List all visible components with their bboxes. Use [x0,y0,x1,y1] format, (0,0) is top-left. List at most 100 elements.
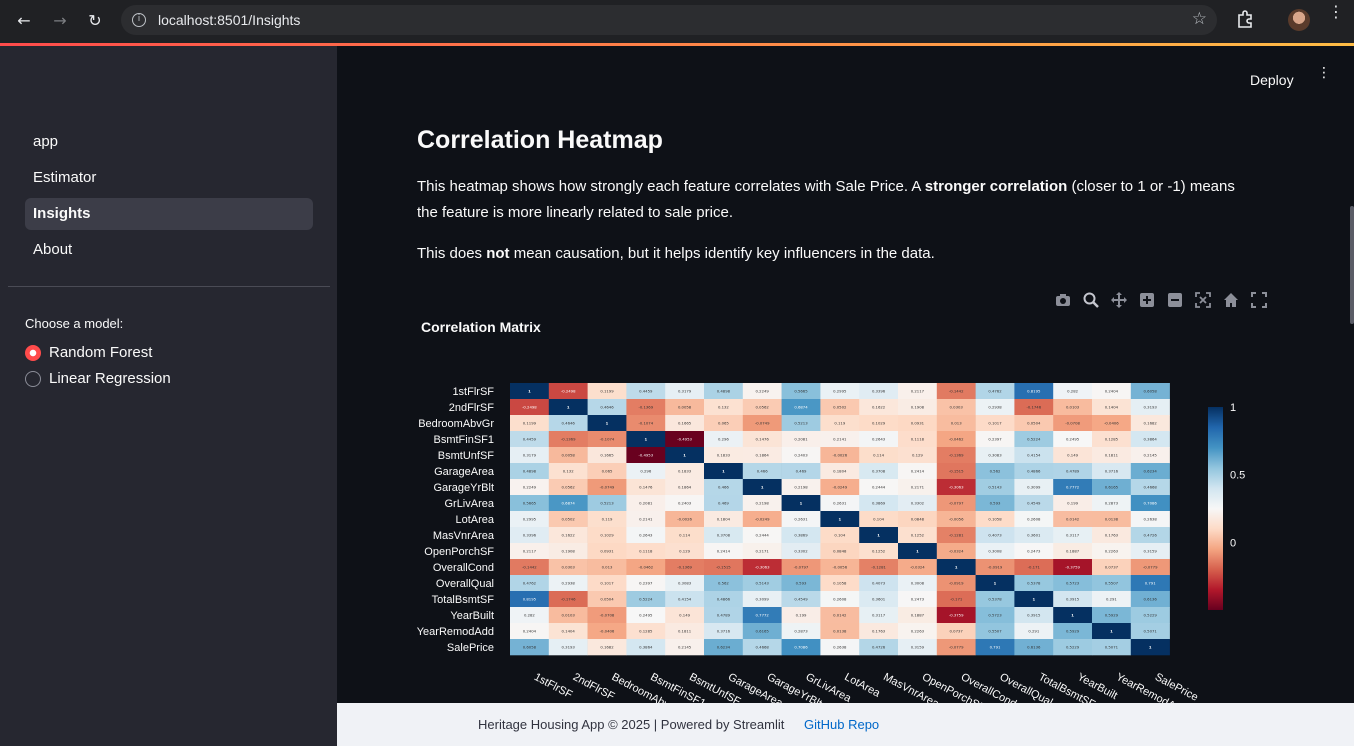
cell-value-label: 0.6234 [1144,469,1158,474]
cell-value-label: 0.291 [1028,629,1039,634]
cell-value-label: 0.4668 [1144,485,1158,490]
address-bar[interactable]: i localhost:8501/Insights ☆ [121,5,1217,35]
y-tick-label: SalePrice [447,642,494,654]
cell-value-label: 0.4789 [717,613,731,618]
reload-icon[interactable]: ↻ [82,7,108,33]
correlation-heatmap[interactable]: 1 -0.2498 0.1199 0.4459 0.3179 0.4898 0.2249 0.… [337,366,1354,703]
radio-checked-icon[interactable] [25,344,41,361]
cell-value-label: -0.1515 [949,469,964,474]
cell-value-label: 0.5143 [756,581,770,586]
deploy-button[interactable]: Deploy [1250,72,1294,88]
cell-value-label: 0.1017 [600,581,614,586]
cell-value-label: 0.1118 [911,437,925,442]
cell-value-label: 0.3179 [678,389,692,394]
cell-value-label: 1 [877,533,880,538]
fullscreen-icon[interactable] [1251,292,1267,308]
cell-value-label: -0.0708 [1065,421,1080,426]
y-tick-label: YearBuilt [450,610,494,622]
bookmark-star-icon[interactable]: ☆ [1192,9,1207,29]
radio-linear-regression[interactable]: Linear Regression [25,370,171,387]
cell-value-label: 0.2995 [523,517,537,522]
y-tick-label: BedroomAbvGr [418,418,494,430]
cell-value-label: 0.3302 [911,501,925,506]
cell-value-label: 0.2938 [988,405,1002,410]
cell-value-label: 0.7086 [1144,501,1158,506]
cell-value-label: -0.0919 [988,565,1003,570]
cell-value-label: -0.0249 [755,517,770,522]
cell-value-label: 1 [800,501,803,506]
cell-value-label: -0.0026 [832,453,847,458]
cell-value-label: 0.1252 [872,549,886,554]
cell-value-label: 0.199 [796,613,807,618]
scrollbar[interactable] [1350,206,1354,324]
y-tick-label: GarageYrBlt [433,482,494,494]
browser-menu-icon[interactable]: ⋮ [1328,4,1344,20]
sidebar-item-app[interactable]: app [25,126,313,158]
cell-value-label: -0.3759 [949,613,964,618]
radio-label[interactable]: Random Forest [49,344,152,361]
cell-value-label: 0.3117 [872,613,886,618]
profile-avatar[interactable] [1288,9,1310,31]
cell-value-label: 0.013 [951,421,962,426]
cell-value-label: 0.1476 [756,437,770,442]
y-tick-label: TotalBsmtSF [432,594,495,606]
cell-value-label: -0.0462 [949,437,964,442]
pan-icon[interactable] [1111,292,1127,308]
cell-value-label: 0.132 [563,469,574,474]
cell-value-label: 0.4762 [988,389,1002,394]
cell-value-label: 0.5071 [1105,645,1119,650]
autoscale-icon[interactable] [1195,292,1211,308]
cell-value-label: 0.791 [990,645,1001,650]
cell-value-label: 0.1908 [911,405,925,410]
cell-value-label: 0.0058 [678,405,692,410]
cell-value-label: 0.3915 [1027,613,1041,618]
colorbar-tick-label: 0.5 [1230,470,1245,482]
cell-value-label: 0.2403 [794,453,808,458]
cell-value-label: 0.3864 [1144,437,1158,442]
zoom-in-icon[interactable] [1139,292,1155,308]
cell-value-label: 0.1404 [562,629,576,634]
y-tick-label: BsmtUnfSF [438,450,495,462]
cell-value-label: 0.129 [679,549,690,554]
cell-value-label: 1 [722,469,725,474]
cell-value-label: 0.1908 [562,549,576,554]
url-text[interactable]: localhost:8501/Insights [158,12,300,28]
cell-value-label: 0.1622 [562,533,576,538]
sidebar-item-about[interactable]: About [25,234,313,266]
main-menu-icon[interactable]: ⋮ [1317,66,1331,80]
extensions-icon[interactable] [1235,9,1255,29]
zoom-out-icon[interactable] [1167,292,1183,308]
cell-value-label: 0.3193 [1144,405,1158,410]
cell-value-label: 0.2145 [1144,453,1158,458]
forward-icon[interactable]: → [47,7,73,33]
cell-value-label: -0.0749 [755,421,770,426]
back-icon[interactable]: ← [11,7,37,33]
cell-value-label: 0.5224 [1027,437,1041,442]
cell-value-label: -0.0919 [949,581,964,586]
home-icon[interactable] [1223,292,1239,308]
github-repo-link[interactable]: GitHub Repo [804,717,879,732]
y-tick-label: MasVnrArea [433,530,495,542]
radio-label[interactable]: Linear Regression [49,370,171,387]
cell-value-label: 0.6058 [1144,389,1158,394]
cell-value-label: 0.104 [873,517,884,522]
cell-value-label: 0.1833 [717,453,731,458]
cell-value-label: 0.0103 [562,613,576,618]
camera-icon[interactable] [1055,292,1071,308]
cell-value-label: 0.1682 [1144,421,1158,426]
cell-value-label: 0.1058 [833,581,847,586]
site-info-icon[interactable]: i [132,13,146,27]
cell-value-label: -0.2498 [522,405,537,410]
cell-value-label: 0.4549 [794,597,808,602]
radio-random-forest[interactable]: Random Forest [25,344,152,361]
cell-value-label: -0.0056 [949,517,964,522]
sidebar-item-insights[interactable]: Insights [25,198,313,230]
cell-value-label: 0.4646 [562,421,576,426]
radio-unchecked-icon[interactable] [25,370,41,387]
cell-value-label: 0.149 [679,613,690,618]
sidebar-item-estimator[interactable]: Estimator [25,162,313,194]
cell-value-label: 0.3915 [1066,597,1080,602]
y-tick-label: GrLivArea [444,498,494,510]
zoom-icon[interactable] [1083,292,1099,308]
cell-value-label: 0.4762 [523,581,537,586]
